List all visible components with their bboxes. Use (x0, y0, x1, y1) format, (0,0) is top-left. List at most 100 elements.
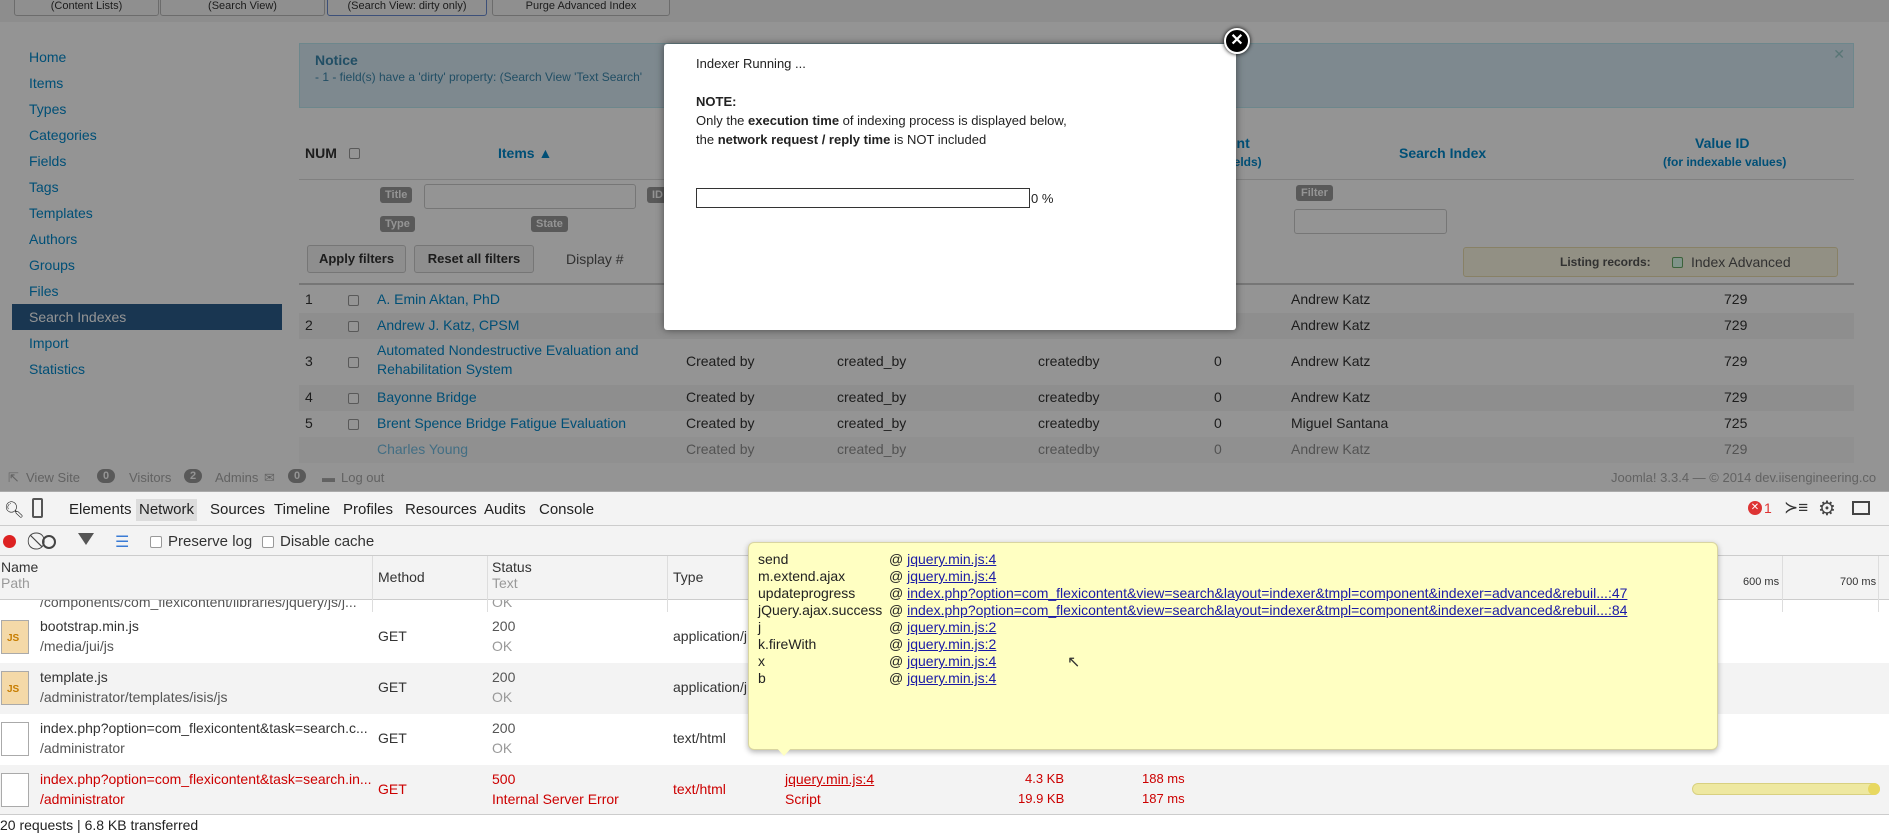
request-name: index.php?option=com_flexicontent&task=s… (40, 771, 372, 787)
request-name: index.php?option=com_flexicontent&task=s… (40, 720, 368, 736)
stack-fn: j (758, 619, 762, 635)
note-line-1: Only the execution time of indexing proc… (696, 113, 1067, 128)
request-initiator-link[interactable]: jquery.min.js:4 (785, 771, 874, 787)
path-column-subheader: Path (1, 575, 30, 591)
tab-profiles[interactable]: Profiles (343, 499, 393, 521)
settings-gear-icon[interactable]: ⚙ (1818, 496, 1836, 521)
stack-link[interactable]: index.php?option=com_flexicontent&view=s… (907, 585, 1627, 601)
request-initiator-type: Script (785, 791, 821, 807)
request-method: GET (378, 730, 407, 746)
request-path: /administrator/templates/isis/js (40, 689, 228, 705)
page: { "top_buttons": ["(Content Lists)", "(S… (0, 0, 1889, 835)
request-status-text: OK (492, 600, 513, 610)
clear-circle-icon[interactable] (42, 535, 56, 549)
stack-fn: updateprogress (758, 585, 856, 601)
request-method: GET (378, 628, 407, 644)
large-rows-icon[interactable]: ☰ (115, 532, 129, 552)
indexer-modal: Indexer Running ... NOTE: Only the execu… (664, 44, 1236, 330)
request-path: /administrator (40, 740, 125, 756)
request-status-text: Internal Server Error (492, 791, 619, 807)
js-file-icon: JS (1, 671, 29, 705)
stack-at: @ index.php?option=com_flexicontent&view… (889, 602, 1628, 618)
request-path: /components/com_flexicontent/libraries/j… (40, 600, 357, 610)
stack-at: @ jquery.min.js:2 (889, 619, 997, 635)
stack-link[interactable]: jquery.min.js:4 (907, 670, 996, 686)
status-column-header[interactable]: Status (492, 559, 532, 575)
tab-elements[interactable]: Elements (69, 499, 132, 521)
method-column-header[interactable]: Method (378, 569, 425, 585)
request-status: 200 (492, 618, 516, 634)
network-row-error[interactable]: index.php?option=com_flexicontent&task=s… (0, 765, 1889, 816)
record-button-icon[interactable] (3, 535, 16, 548)
text-column-subheader: Text (492, 575, 518, 591)
request-size: 4.3 KB (1025, 771, 1065, 786)
network-summary-footer: 20 requests | 6.8 KB transferred (0, 814, 1889, 835)
stack-at: @ jquery.min.js:4 (889, 653, 997, 669)
note-label: NOTE: (696, 94, 737, 109)
request-timeline-bar (1692, 783, 1880, 795)
request-status-text: OK (492, 740, 513, 756)
timeline-tick-600: 600 ms (1743, 576, 1780, 588)
tab-audits[interactable]: Audits (484, 499, 526, 521)
doc-file-icon (1, 722, 29, 756)
request-latency: 187 ms (1142, 791, 1185, 806)
name-column-header[interactable]: Name (1, 559, 38, 575)
device-mode-icon[interactable] (32, 498, 43, 518)
request-time: 188 ms (1142, 771, 1185, 786)
tab-sources[interactable]: Sources (210, 499, 265, 521)
console-drawer-icon[interactable]: ≻≡ (1784, 498, 1808, 518)
tab-resources[interactable]: Resources (405, 499, 477, 521)
request-type: text/html (673, 730, 726, 746)
stack-at: @ index.php?option=com_flexicontent&view… (889, 585, 1628, 601)
stack-link[interactable]: jquery.min.js:2 (907, 619, 996, 635)
error-count[interactable]: 1 (1764, 500, 1772, 516)
tab-timeline[interactable]: Timeline (274, 499, 330, 521)
filter-icon[interactable] (78, 533, 94, 545)
stack-fn: x (758, 653, 765, 669)
stack-link[interactable]: jquery.min.js:4 (907, 551, 996, 567)
doc-file-icon (1, 773, 29, 807)
stack-link[interactable]: index.php?option=com_flexicontent&view=s… (907, 602, 1627, 618)
stack-link[interactable]: jquery.min.js:4 (907, 653, 996, 669)
error-icon[interactable]: ✕ (1748, 501, 1762, 515)
stack-fn: k.fireWith (758, 636, 817, 652)
stack-at: @ jquery.min.js:4 (889, 670, 997, 686)
request-name: bootstrap.min.js (40, 618, 139, 634)
indexer-progress-bar (696, 188, 1030, 208)
mouse-cursor-icon: ↖ (1067, 654, 1081, 671)
note-line-2: the network request / reply time is NOT … (696, 132, 987, 147)
dock-side-icon[interactable] (1852, 501, 1870, 515)
tab-console[interactable]: Console (539, 499, 594, 521)
tooltip-arrow (775, 746, 793, 756)
modal-close-icon[interactable]: ✕ (1224, 28, 1250, 54)
request-timeline-end (1868, 783, 1880, 795)
preserve-log-checkbox[interactable] (150, 536, 162, 548)
preserve-log-label: Preserve log (168, 533, 253, 550)
stack-link[interactable]: jquery.min.js:2 (907, 636, 996, 652)
request-method: GET (378, 781, 407, 797)
initiator-callstack-tooltip: send @ jquery.min.js:4 m.extend.ajax @ j… (748, 542, 1718, 750)
request-path: /administrator (40, 791, 125, 807)
request-content-size: 19.9 KB (1018, 791, 1065, 806)
disable-cache-label: Disable cache (280, 533, 375, 550)
stack-at: @ jquery.min.js:2 (889, 636, 997, 652)
timeline-tick-700: 700 ms (1840, 576, 1877, 588)
stack-fn: send (758, 551, 789, 567)
request-summary: 20 requests | 6.8 KB transferred (0, 817, 199, 833)
disable-cache-checkbox[interactable] (262, 536, 274, 548)
progress-percent: 0 % (1031, 191, 1054, 206)
stack-at: @ jquery.min.js:4 (889, 568, 997, 584)
request-method: GET (378, 679, 407, 695)
inspect-search-icon[interactable]: 🔍︎ (4, 500, 24, 520)
type-column-header[interactable]: Type (673, 569, 703, 585)
request-type: application/j (673, 679, 747, 695)
request-status-text: OK (492, 638, 513, 654)
stack-fn: m.extend.ajax (758, 568, 846, 584)
stack-fn: jQuery.ajax.success (758, 602, 883, 618)
request-status: 200 (492, 669, 516, 685)
request-type: application/j (673, 628, 747, 644)
tab-network[interactable]: Network (136, 499, 198, 521)
request-path: /media/jui/js (40, 638, 114, 654)
request-name: template.js (40, 669, 108, 685)
stack-link[interactable]: jquery.min.js:4 (907, 568, 996, 584)
